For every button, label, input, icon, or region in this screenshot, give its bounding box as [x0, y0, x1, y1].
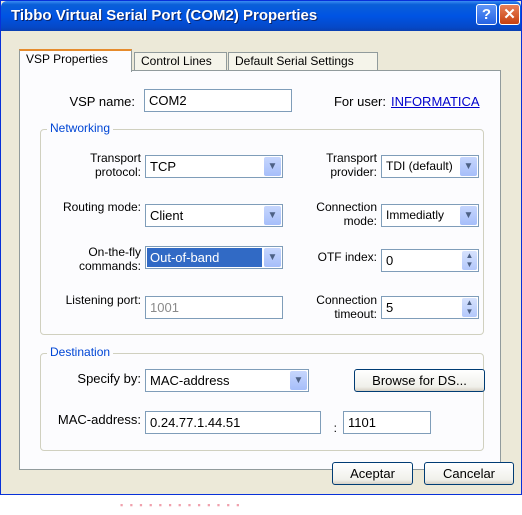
transport-protocol-label: Transport protocol: — [90, 151, 141, 179]
routing-mode-label: Routing mode: — [62, 200, 141, 214]
destination-group: Destination Specify by: MAC-address ▼ Br… — [40, 345, 485, 451]
spinner-arrows-icon[interactable]: ▲ ▼ — [462, 251, 477, 270]
connection-timeout-label: Connection timeout: — [316, 293, 377, 321]
listening-port-label: Listening port: — [65, 293, 141, 307]
onthefly-commands-label: On-the-fly commands: — [78, 245, 141, 273]
spinner-arrows-icon[interactable]: ▲ ▼ — [462, 298, 477, 317]
networking-group: Networking Transport protocol: TCP ▼ Tra… — [40, 121, 484, 335]
for-user-link[interactable]: INFORMATICA — [391, 94, 480, 109]
bottom-watermark-strip: ▪ ▪ ▪ ▪ ▪ ▪ ▪ ▪ ▪ ▪ ▪ ▪ ▪ — [120, 500, 242, 510]
chevron-down-icon[interactable]: ▼ — [460, 206, 477, 225]
vsp-name-field[interactable]: COM2 — [144, 89, 292, 112]
otf-index-label: OTF index: — [317, 250, 377, 264]
connection-timeout-spinner[interactable]: 5 ▲ ▼ — [381, 296, 479, 319]
ok-button[interactable]: Aceptar — [332, 462, 413, 485]
chevron-down-icon[interactable]: ▼ — [290, 371, 307, 390]
port-separator: : — [333, 421, 337, 435]
browse-for-ds-button[interactable]: Browse for DS... — [354, 369, 485, 392]
vsp-properties-panel: VSP name: COM2 For user: INFORMATICA Net… — [19, 70, 501, 470]
specify-by-label: Specify by: — [77, 371, 141, 386]
tab-vsp-properties[interactable]: VSP Properties — [19, 49, 132, 72]
routing-mode-select[interactable]: Client ▼ — [145, 204, 283, 227]
specify-by-select[interactable]: MAC-address ▼ — [145, 369, 309, 392]
connection-mode-select[interactable]: Immediatly ▼ — [381, 204, 479, 227]
mac-address-label: MAC-address: — [57, 412, 141, 427]
destination-legend: Destination — [47, 345, 114, 359]
chevron-down-icon[interactable]: ▼ — [264, 248, 281, 267]
window-title: Tibbo Virtual Serial Port (COM2) Propert… — [11, 7, 318, 24]
listening-port-field[interactable]: 1001 — [145, 296, 283, 319]
transport-protocol-value: TCP — [150, 159, 176, 174]
help-button[interactable]: ? — [476, 4, 497, 25]
for-user-label: For user: — [333, 94, 386, 109]
chevron-down-icon[interactable]: ▼ — [264, 206, 281, 225]
connection-timeout-value: 5 — [386, 300, 394, 315]
onthefly-commands-select[interactable]: Out-of-band ▼ — [145, 246, 283, 269]
otf-index-value: 0 — [386, 253, 394, 268]
properties-window: Tibbo Virtual Serial Port (COM2) Propert… — [0, 0, 522, 495]
connection-mode-label: Connection mode: — [316, 200, 377, 228]
chevron-down-icon[interactable]: ▼ — [460, 157, 477, 176]
close-button[interactable]: ✕ — [499, 4, 520, 25]
chevron-down-icon[interactable]: ▼ — [264, 157, 281, 176]
destination-port-field[interactable]: 1101 — [343, 411, 431, 434]
tab-control-lines[interactable]: Control Lines — [134, 52, 227, 71]
transport-provider-label: Transport provider: — [326, 151, 377, 179]
otf-index-spinner[interactable]: 0 ▲ ▼ — [381, 249, 479, 272]
transport-provider-value: TDI (default) — [386, 159, 453, 173]
vsp-name-label: VSP name: — [69, 94, 135, 109]
mac-address-field[interactable]: 0.24.77.1.44.51 — [145, 411, 321, 434]
transport-provider-select[interactable]: TDI (default) ▼ — [381, 155, 479, 178]
tab-default-serial-settings[interactable]: Default Serial Settings — [228, 52, 378, 71]
routing-mode-value: Client — [150, 208, 184, 223]
specify-by-value: MAC-address — [150, 373, 230, 388]
onthefly-commands-value: Out-of-band — [147, 248, 262, 267]
transport-protocol-select[interactable]: TCP ▼ — [145, 155, 283, 178]
cancel-button[interactable]: Cancelar — [424, 462, 514, 485]
networking-legend: Networking — [47, 121, 114, 135]
title-bar[interactable]: Tibbo Virtual Serial Port (COM2) Propert… — [1, 1, 521, 31]
